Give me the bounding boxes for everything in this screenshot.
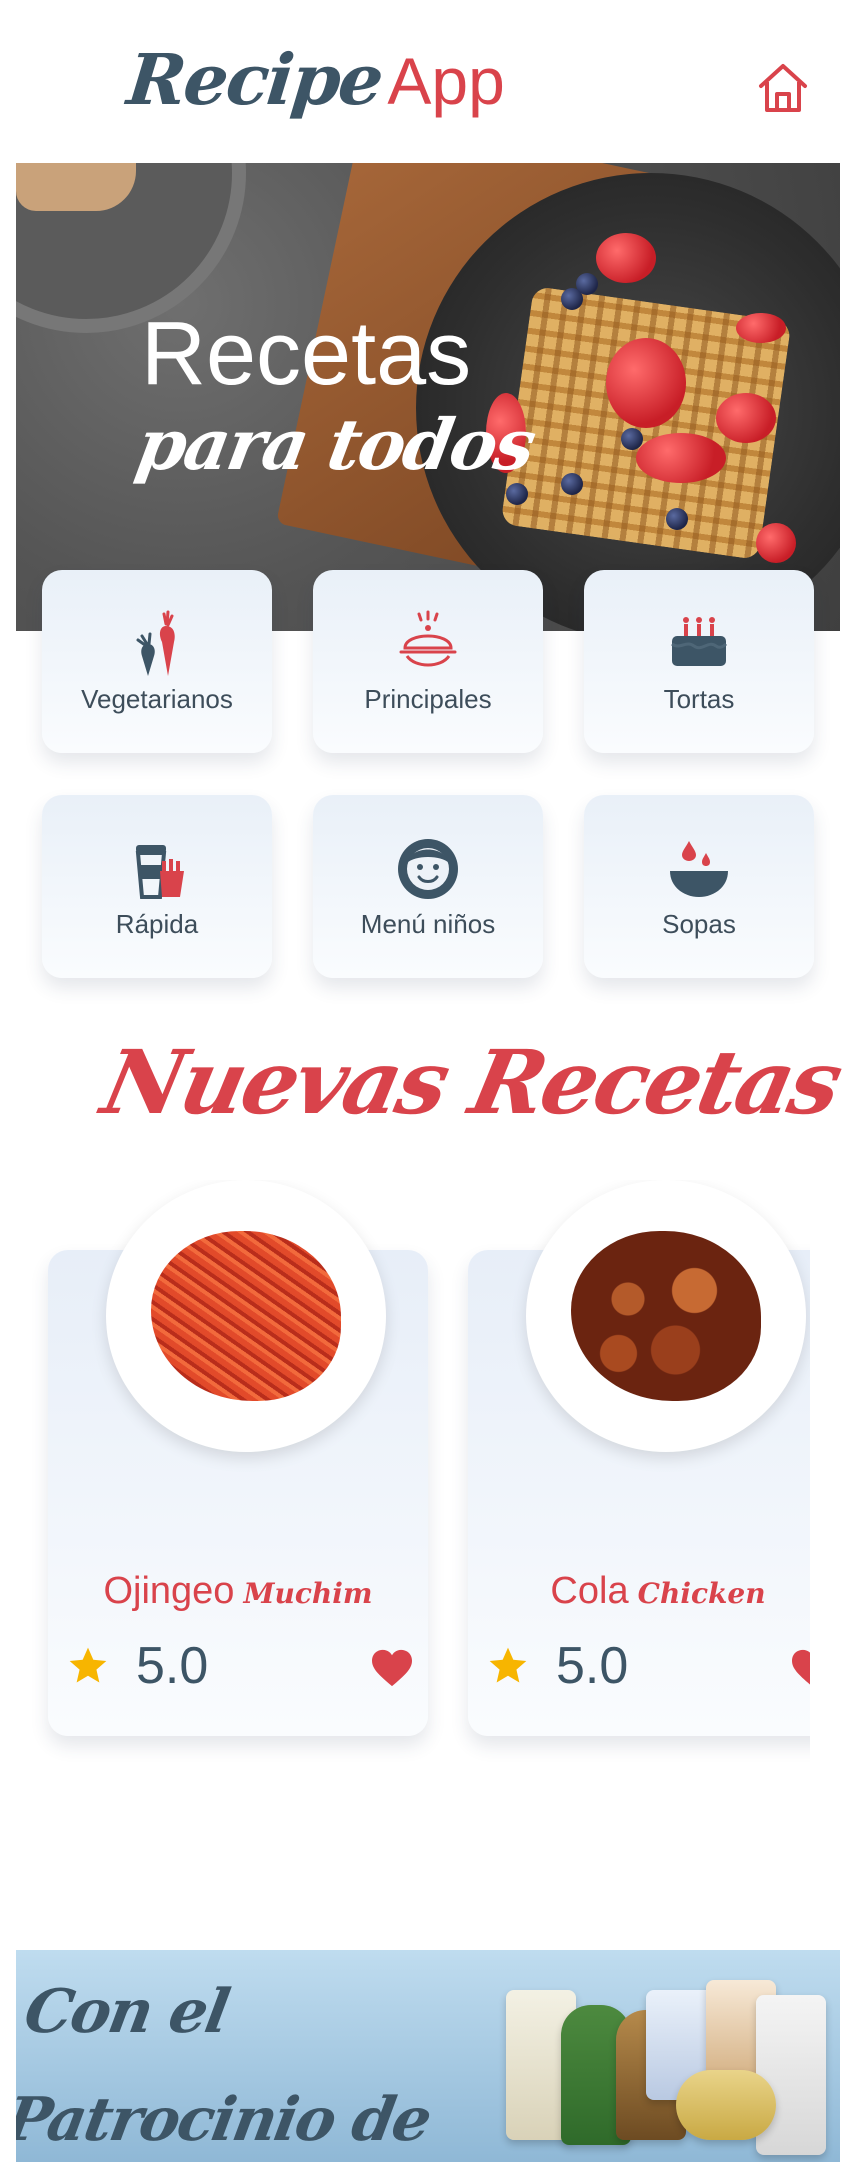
- category-principales[interactable]: Principales: [313, 570, 543, 753]
- hero-banner: Recetas para todos: [16, 163, 840, 631]
- recipe-name: Ojingeo Muchim: [48, 1570, 428, 1613]
- vegetables-icon: [136, 610, 175, 676]
- strawberry: [606, 338, 686, 428]
- product-package: [756, 1995, 826, 2155]
- child-face-icon: [398, 839, 458, 899]
- blueberry: [621, 428, 643, 450]
- recipe-name-script: Muchim: [243, 1577, 373, 1610]
- logo-app-text: App: [387, 44, 505, 118]
- serving-dish-icon: [399, 610, 457, 667]
- strawberry: [756, 523, 796, 563]
- recipe-name-main: Ojingeo: [103, 1570, 235, 1612]
- strawberry: [716, 393, 776, 443]
- blueberry: [561, 473, 583, 495]
- heart-icon[interactable]: [790, 1648, 810, 1688]
- recipe-image: [106, 1180, 386, 1452]
- category-label: Vegetarianos: [81, 684, 233, 714]
- category-label: Sopas: [662, 909, 736, 939]
- home-button[interactable]: [755, 60, 811, 116]
- recipe-food: [571, 1231, 761, 1401]
- recipe-name: Cola Chicken: [468, 1570, 810, 1613]
- hero-bread: [16, 163, 136, 211]
- blueberry: [506, 483, 528, 505]
- category-label: Rápida: [115, 909, 199, 939]
- recipe-name-script: Chicken: [637, 1577, 766, 1610]
- recipe-carousel[interactable]: Ojingeo Muchim 5.0 Cola Chicken 5.0: [0, 1180, 810, 1780]
- heart-icon[interactable]: [370, 1648, 414, 1688]
- category-rapida[interactable]: Rápida: [42, 795, 272, 978]
- recipe-rating: 5.0: [136, 1637, 209, 1695]
- recipe-rating: 5.0: [556, 1637, 629, 1695]
- category-menu-ninos[interactable]: Menú niños: [313, 795, 543, 978]
- category-sopas[interactable]: Sopas: [584, 795, 814, 978]
- home-icon: [759, 64, 807, 112]
- category-vegetarianos[interactable]: Vegetarianos: [42, 570, 272, 753]
- category-label: Principales: [364, 684, 492, 714]
- recipe-food: [151, 1231, 341, 1401]
- sponsor-text: Con el Patrocinio de: [16, 1977, 436, 2155]
- blueberry: [666, 508, 688, 530]
- category-label: Menú niños: [360, 909, 496, 939]
- cake-icon: [671, 617, 728, 666]
- strawberry: [596, 233, 656, 283]
- recipe-image: [526, 1180, 806, 1452]
- category-tortas[interactable]: Tortas: [584, 570, 814, 753]
- soup-bowl-icon: [670, 841, 728, 897]
- blueberry: [576, 273, 598, 295]
- product-package: [676, 2070, 776, 2140]
- sponsor-banner[interactable]: Con el Patrocinio de: [16, 1950, 840, 2162]
- logo-script-text: Recipe: [123, 38, 386, 121]
- recipe-card[interactable]: Cola Chicken 5.0: [468, 1180, 810, 1736]
- category-label: Tortas: [663, 684, 735, 714]
- recipe-name-main: Cola: [550, 1570, 629, 1612]
- strawberry: [736, 313, 786, 343]
- hero-subtitle: para todos: [130, 403, 541, 486]
- star-icon: [489, 1647, 527, 1683]
- fast-food-icon: [135, 845, 184, 899]
- app-header: Recipe App: [0, 0, 856, 163]
- strawberry: [636, 433, 726, 483]
- hero-title: Recetas: [141, 304, 472, 404]
- app-logo[interactable]: Recipe App: [124, 38, 505, 138]
- section-title-new-recipes: Nuevas Recetas: [93, 1030, 849, 1134]
- star-icon: [69, 1647, 107, 1683]
- recipe-card[interactable]: Ojingeo Muchim 5.0: [48, 1180, 428, 1736]
